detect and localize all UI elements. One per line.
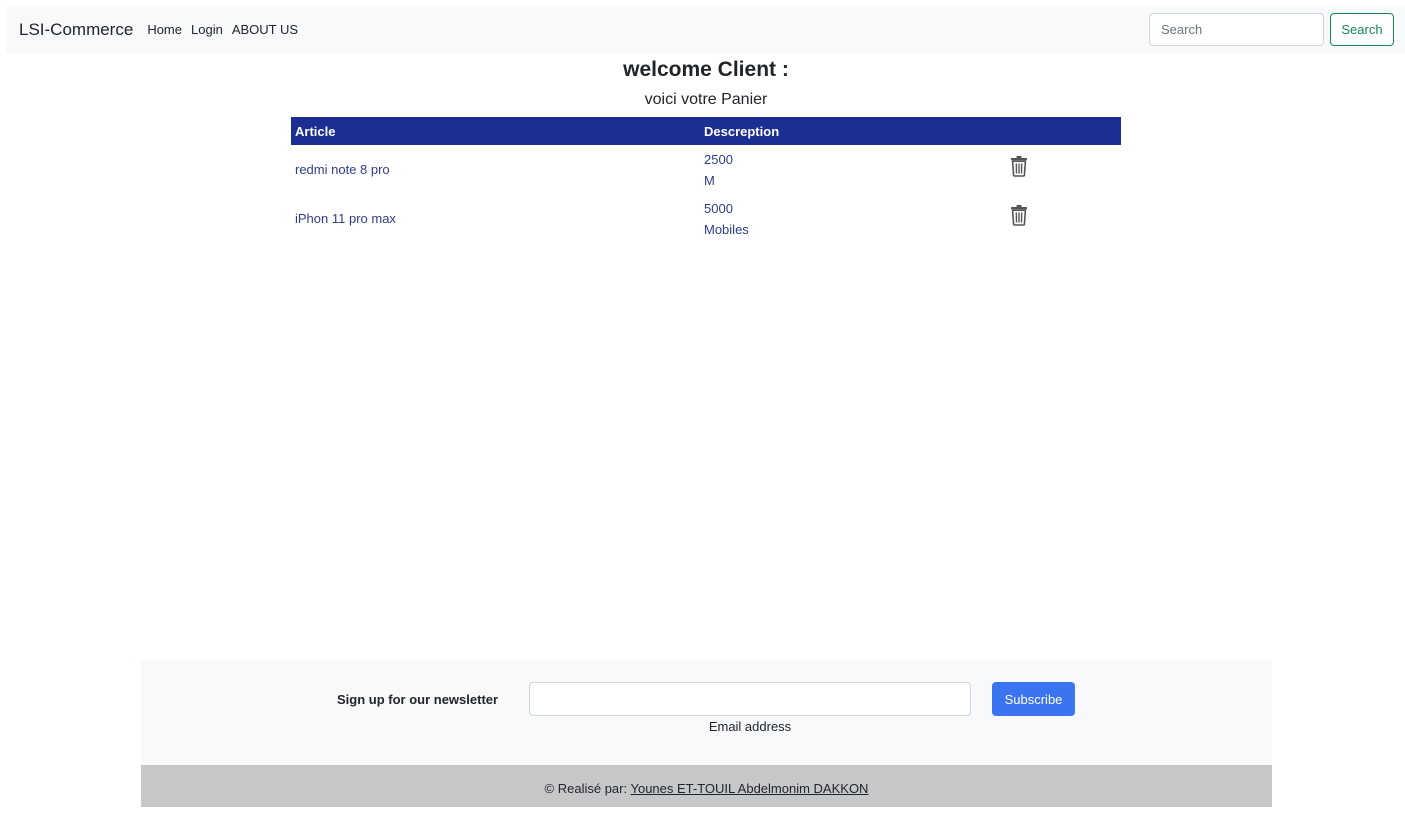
nav-link-about-us[interactable]: ABOUT US: [232, 22, 298, 37]
article-category: Mobiles: [704, 219, 1003, 240]
article-name: iPhon 11 pro max: [291, 194, 700, 243]
header-actions: [1007, 117, 1121, 145]
article-description: 5000 Mobiles: [700, 194, 1007, 243]
table-row: redmi note 8 pro 2500 M: [291, 145, 1121, 194]
search-form: Search: [1149, 13, 1394, 46]
cart-table: Article Descreption redmi note 8 pro 250…: [291, 117, 1121, 243]
table-row: iPhon 11 pro max 5000 Mobiles: [291, 194, 1121, 243]
nav-link-login[interactable]: Login: [191, 22, 223, 37]
table-header-row: Article Descreption: [291, 117, 1121, 145]
brand-link[interactable]: LSI-Commerce: [19, 20, 133, 40]
newsletter-section: Sign up for our newsletter Email address…: [141, 661, 1272, 765]
subscribe-button[interactable]: Subscribe: [992, 682, 1075, 716]
email-label: Email address: [529, 719, 971, 734]
newsletter-label: Sign up for our newsletter: [337, 692, 498, 707]
page-subtitle: voici votre Panier: [0, 91, 1405, 109]
footer-authors-link[interactable]: Younes ET-TOUIL Abdelmonim DAKKON: [630, 781, 868, 796]
article-description: 2500 M: [700, 145, 1007, 194]
header-article: Article: [291, 117, 700, 145]
navbar: LSI-Commerce Home Login ABOUT US Search: [6, 6, 1405, 53]
email-input[interactable]: [529, 682, 971, 716]
page-title: welcome Client :: [0, 58, 1405, 82]
nav-links: Home Login ABOUT US: [147, 22, 307, 37]
action-cell: [1007, 194, 1121, 243]
article-category: M: [704, 170, 1003, 191]
article-name: redmi note 8 pro: [291, 145, 700, 194]
article-price: 5000: [704, 198, 1003, 219]
search-button[interactable]: Search: [1330, 13, 1394, 46]
trash-icon[interactable]: [1010, 204, 1028, 226]
header-description: Descreption: [700, 117, 1007, 145]
article-price: 2500: [704, 149, 1003, 170]
search-input[interactable]: [1149, 13, 1324, 46]
trash-icon[interactable]: [1010, 155, 1028, 177]
footer: © Realisé par: Younes ET-TOUIL Abdelmoni…: [141, 765, 1272, 807]
footer-prefix: © Realisé par:: [545, 781, 631, 796]
action-cell: [1007, 145, 1121, 194]
nav-link-home[interactable]: Home: [147, 22, 182, 37]
